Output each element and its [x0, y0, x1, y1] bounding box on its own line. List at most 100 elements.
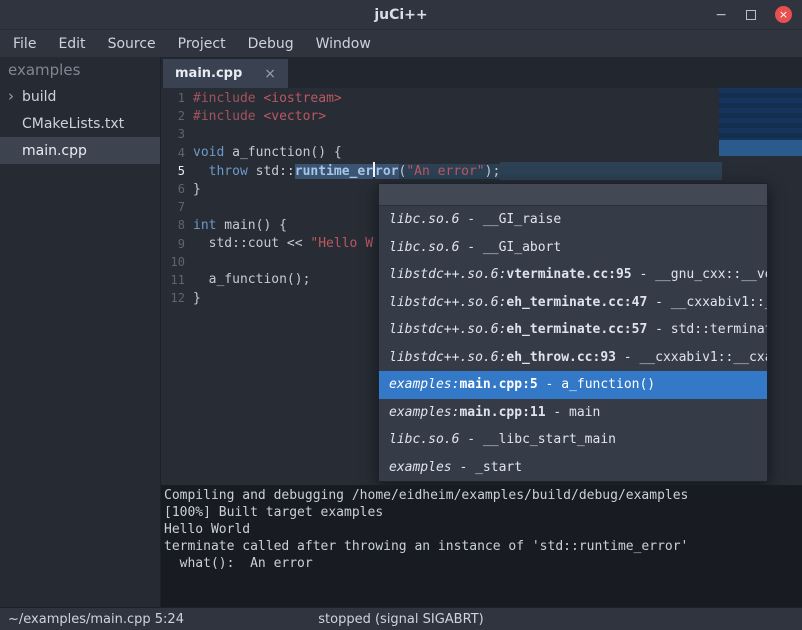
code-token: #include	[193, 109, 256, 124]
sidebar-item-cmakelists-txt[interactable]: CMakeLists.txt	[0, 110, 160, 137]
window-controls: − ×	[715, 0, 792, 29]
popup-header	[379, 184, 767, 206]
frame-symbol: - __cxxabiv1::__cxa_thro	[616, 350, 767, 365]
code-text: #include <vector>	[193, 109, 326, 124]
stack-frame[interactable]: libstdc++.so.6:eh_throw.cc:93 - __cxxabi…	[379, 344, 767, 372]
frame-file-line: eh_throw.cc:93	[506, 350, 616, 365]
stack-frame[interactable]: examples:main.cpp:11 - main	[379, 399, 767, 427]
frame-module: libstdc++.so.6:	[389, 295, 506, 310]
stack-frame[interactable]: libc.so.6 - __GI_abort	[379, 234, 767, 262]
code-token: #include	[193, 91, 256, 106]
minimize-button[interactable]: −	[715, 8, 727, 22]
restore-icon	[746, 10, 756, 20]
code-token: }	[193, 182, 201, 197]
frame-symbol: - __GI_raise	[459, 212, 561, 227]
frame-module: libc.so.6	[389, 432, 459, 447]
frame-symbol: - __libc_start_main	[459, 432, 616, 447]
code-line[interactable]: 3	[161, 125, 802, 143]
code-token: void	[193, 145, 224, 160]
menu-project[interactable]: Project	[167, 30, 237, 57]
menu-window[interactable]: Window	[305, 30, 382, 57]
code-token: "Hello W	[310, 236, 373, 251]
output-console[interactable]: Compiling and debugging /home/eidheim/ex…	[161, 485, 802, 607]
code-token: );	[485, 164, 501, 179]
frame-file-line: main.cpp:11	[459, 405, 545, 420]
sidebar-item-build[interactable]: ›build	[0, 83, 160, 110]
line-number[interactable]: 11	[161, 273, 185, 287]
frame-module: libstdc++.so.6:	[389, 322, 506, 337]
frame-file-line: vterminate.cc:95	[506, 267, 631, 282]
code-line[interactable]: 1 #include <iostream>	[161, 89, 802, 107]
code-token: int	[193, 218, 216, 233]
menu-file[interactable]: File	[2, 30, 47, 57]
code-text: #include <iostream>	[193, 91, 342, 106]
frame-symbol: - std::terminate()	[647, 322, 767, 337]
line-number[interactable]: 4	[161, 146, 185, 160]
frame-module: examples:	[389, 377, 459, 392]
restore-button[interactable]	[743, 7, 759, 23]
frame-module: examples:	[389, 405, 459, 420]
frame-symbol: - __GI_abort	[459, 240, 561, 255]
console-line: Compiling and debugging /home/eidheim/ex…	[164, 488, 799, 505]
tab-bar: main.cpp×	[161, 57, 802, 88]
close-button[interactable]: ×	[775, 6, 792, 23]
code-line[interactable]: 4 void a_function() {	[161, 144, 802, 162]
menu-debug[interactable]: Debug	[237, 30, 305, 57]
tab-main-cpp[interactable]: main.cpp×	[163, 59, 288, 88]
stack-frame[interactable]: libc.so.6 - __GI_raise	[379, 206, 767, 234]
console-line: what(): An error	[164, 556, 799, 573]
line-number[interactable]: 6	[161, 182, 185, 196]
console-line: [100%] Built target examples	[164, 505, 799, 522]
sidebar-item-main-cpp[interactable]: main.cpp	[0, 137, 160, 164]
code-token: ror	[375, 164, 398, 179]
menu-edit[interactable]: Edit	[47, 30, 96, 57]
stack-frame[interactable]: libc.so.6 - __libc_start_main	[379, 426, 767, 454]
line-number[interactable]: 12	[161, 291, 185, 305]
frame-file-line: eh_terminate.cc:57	[506, 322, 647, 337]
stack-frame[interactable]: libstdc++.so.6:eh_terminate.cc:47 - __cx…	[379, 289, 767, 317]
juci-window: juCi++ − × FileEditSourceProjectDebugWin…	[0, 0, 802, 630]
frame-file-line: eh_terminate.cc:47	[506, 295, 647, 310]
frame-module: libstdc++.so.6:	[389, 350, 506, 365]
stack-frame[interactable]: libstdc++.so.6:vterminate.cc:95 - __gnu_…	[379, 261, 767, 289]
code-text: void a_function() {	[193, 145, 342, 160]
line-number[interactable]: 7	[161, 200, 185, 214]
line-number[interactable]: 3	[161, 127, 185, 141]
main-area: examples ›buildCMakeLists.txtmain.cpp ma…	[0, 57, 802, 607]
stack-trace-popup: libc.so.6 - __GI_raiselibc.so.6 - __GI_a…	[378, 183, 768, 482]
frame-symbol: - a_function()	[538, 377, 655, 392]
menu-source[interactable]: Source	[97, 30, 167, 57]
stack-frame[interactable]: examples:main.cpp:5 - a_function()	[379, 371, 767, 399]
code-token: main() {	[216, 218, 286, 233]
code-editor[interactable]: 1 #include <iostream> 2 #include <vector> 3 4…	[161, 88, 802, 485]
code-token	[193, 164, 209, 179]
code-token: <iostream>	[263, 91, 341, 106]
cursor-location: ~/examples/main.cpp 5:24	[0, 612, 184, 627]
line-number[interactable]: 5	[161, 164, 185, 178]
code-text: int main() {	[193, 218, 287, 233]
frame-symbol: - __gnu_cxx::__verbos	[632, 267, 767, 282]
line-number[interactable]: 2	[161, 109, 185, 123]
code-text: }	[193, 291, 201, 306]
file-explorer: examples ›buildCMakeLists.txtmain.cpp	[0, 57, 160, 607]
code-token: a_function();	[193, 272, 310, 287]
stack-frame-list: libc.so.6 - __GI_raiselibc.so.6 - __GI_a…	[379, 206, 767, 481]
code-text: a_function();	[193, 272, 310, 287]
stack-frame[interactable]: examples - _start	[379, 454, 767, 482]
frame-symbol: - _start	[452, 460, 522, 475]
line-number[interactable]: 9	[161, 237, 185, 251]
line-number[interactable]: 10	[161, 255, 185, 269]
code-line[interactable]: 2 #include <vector>	[161, 107, 802, 125]
code-token: runtime_er	[295, 164, 373, 179]
code-token: std::	[248, 164, 295, 179]
line-number[interactable]: 8	[161, 218, 185, 232]
stack-frame[interactable]: libstdc++.so.6:eh_terminate.cc:57 - std:…	[379, 316, 767, 344]
code-line[interactable]: 5 throw std::runtime_error("An error");	[161, 162, 802, 180]
titlebar[interactable]: juCi++ − ×	[0, 0, 802, 30]
chevron-right-icon[interactable]: ›	[8, 89, 14, 104]
tab-close-icon[interactable]: ×	[264, 66, 276, 82]
code-token: <vector>	[263, 109, 326, 124]
window-title: juCi++	[0, 0, 802, 29]
line-number[interactable]: 1	[161, 91, 185, 105]
console-line: Hello World	[164, 522, 799, 539]
